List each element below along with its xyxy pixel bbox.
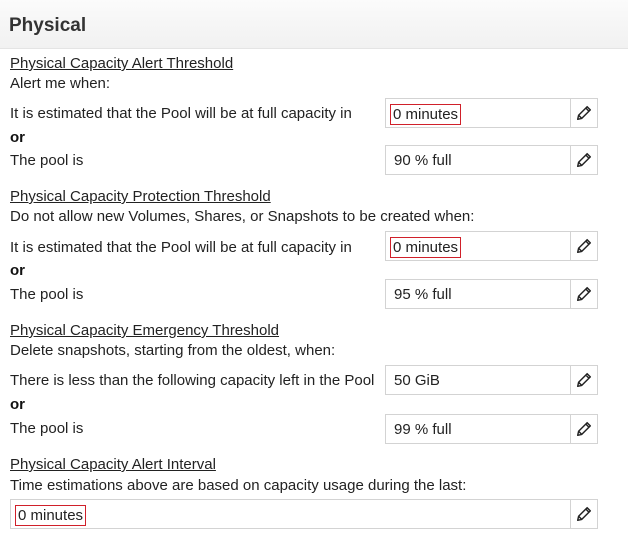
pencil-icon	[576, 286, 592, 302]
pencil-icon	[576, 105, 592, 121]
emergency-pool-value: 99 % full	[394, 421, 452, 438]
alert-pool-label: The pool is	[10, 152, 84, 169]
protection-estimate-label: It is estimated that the Pool will be at…	[10, 239, 352, 256]
emergency-capacity-value: 50 GiB	[394, 372, 440, 389]
emergency-pool-edit-button[interactable]	[570, 415, 597, 443]
protection-threshold-description: Do not allow new Volumes, Shares, or Sna…	[10, 208, 475, 225]
section-header: Physical	[0, 0, 628, 49]
alert-interval-value: 0 minutes	[15, 505, 87, 526]
protection-estimate-value: 0 minutes	[390, 237, 462, 258]
alert-or-label: or	[10, 129, 25, 146]
alert-interval-description: Time estimations above are based on capa…	[10, 477, 467, 494]
alert-threshold-description: Alert me when:	[10, 75, 111, 92]
protection-pool-label: The pool is	[10, 286, 84, 303]
emergency-pool-label: The pool is	[10, 420, 84, 437]
protection-pool-value: 95 % full	[394, 286, 452, 303]
alert-pool-field[interactable]: 90 % full	[385, 145, 598, 175]
pencil-icon	[576, 152, 592, 168]
alert-interval-field[interactable]: 0 minutes	[10, 499, 598, 529]
emergency-capacity-edit-button[interactable]	[570, 366, 597, 394]
emergency-capacity-field[interactable]: 50 GiB	[385, 365, 598, 395]
pencil-icon	[576, 372, 592, 388]
pencil-icon	[576, 506, 592, 522]
alert-estimate-value: 0 minutes	[390, 104, 462, 125]
protection-pool-edit-button[interactable]	[570, 280, 597, 308]
emergency-or-label: or	[10, 396, 25, 413]
pencil-icon	[576, 238, 592, 254]
alert-pool-edit-button[interactable]	[570, 146, 597, 174]
protection-estimate-edit-button[interactable]	[570, 232, 597, 260]
protection-threshold-title: Physical Capacity Protection Threshold	[10, 188, 271, 205]
alert-estimate-edit-button[interactable]	[570, 99, 597, 127]
protection-estimate-field[interactable]: 0 minutes	[385, 231, 598, 261]
alert-estimate-field[interactable]: 0 minutes	[385, 98, 598, 128]
alert-threshold-title: Physical Capacity Alert Threshold	[10, 55, 234, 72]
section-title: Physical	[9, 15, 87, 36]
emergency-pool-field[interactable]: 99 % full	[385, 414, 598, 444]
alert-interval-title: Physical Capacity Alert Interval	[10, 456, 216, 473]
alert-pool-value: 90 % full	[394, 152, 452, 169]
emergency-threshold-title: Physical Capacity Emergency Threshold	[10, 322, 280, 339]
protection-pool-field[interactable]: 95 % full	[385, 279, 598, 309]
emergency-capacity-label: There is less than the following capacit…	[10, 372, 375, 389]
alert-interval-edit-button[interactable]	[570, 500, 597, 528]
emergency-threshold-description: Delete snapshots, starting from the olde…	[10, 342, 336, 359]
alert-estimate-label: It is estimated that the Pool will be at…	[10, 105, 352, 122]
protection-or-label: or	[10, 262, 25, 279]
pencil-icon	[576, 421, 592, 437]
